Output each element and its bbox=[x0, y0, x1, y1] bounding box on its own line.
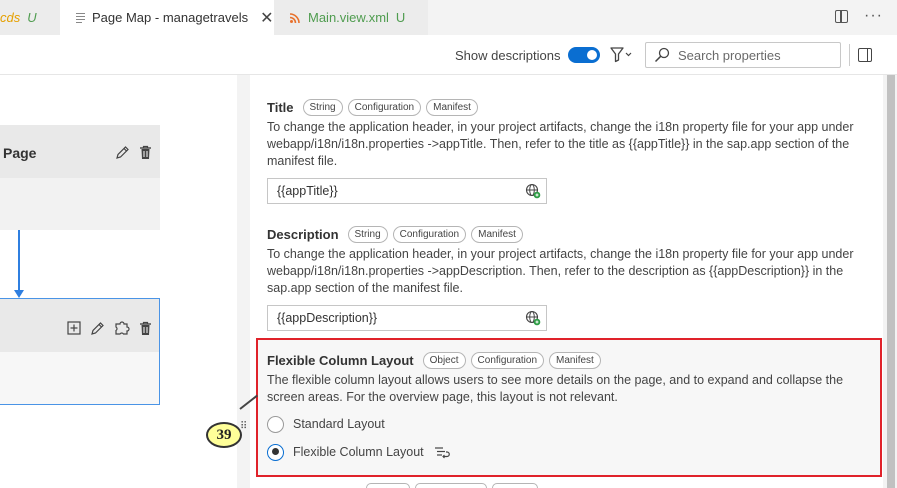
title-input[interactable]: {{appTitle}} bbox=[267, 178, 547, 204]
manifest-chip: Manifest bbox=[426, 99, 478, 116]
property-title: Title String Configuration Manifest To c… bbox=[267, 99, 867, 204]
tab-main-view-xml[interactable]: Main.view.xml U bbox=[274, 0, 428, 35]
page-node-header: Page bbox=[0, 125, 160, 178]
modified-indicator: U bbox=[27, 10, 37, 25]
delete-icon[interactable] bbox=[139, 321, 152, 339]
tab-cds[interactable]: cds U bbox=[0, 0, 60, 35]
flexible-column-layout-option[interactable]: Flexible Column Layout bbox=[267, 442, 872, 462]
xml-file-icon bbox=[289, 12, 300, 23]
next-property-chips bbox=[366, 483, 538, 488]
property-name: Flexible Column Layout bbox=[267, 353, 414, 368]
chip bbox=[415, 483, 487, 488]
tab-label: Page Map - managetravels bbox=[92, 10, 249, 25]
radio-label: Standard Layout bbox=[293, 417, 385, 431]
panel-scrollbar[interactable] bbox=[885, 75, 897, 488]
property-panel: Title String Configuration Manifest To c… bbox=[237, 75, 897, 488]
object-page-node[interactable] bbox=[0, 298, 160, 405]
flexible-column-layout-radio[interactable] bbox=[267, 443, 284, 461]
property-description: To change the application header, in you… bbox=[267, 247, 854, 295]
property-header: Title String Configuration Manifest bbox=[267, 99, 867, 116]
toggle-panel-icon[interactable] bbox=[858, 48, 872, 62]
manifest-chip: Manifest bbox=[471, 226, 523, 243]
type-chip: String bbox=[302, 99, 343, 116]
split-editor-icon[interactable] bbox=[835, 9, 849, 23]
drag-handle-icon: ⠿ bbox=[240, 421, 248, 432]
modified-indicator: U bbox=[395, 10, 406, 25]
search-properties-field[interactable] bbox=[645, 42, 841, 68]
editor-actions: ··· bbox=[835, 8, 883, 24]
property-name: Title bbox=[267, 100, 294, 115]
tab-page-map[interactable]: Page Map - managetravels ✕ bbox=[60, 0, 274, 35]
standard-layout-option[interactable]: Standard Layout bbox=[267, 414, 872, 434]
settings-list-icon[interactable] bbox=[434, 445, 450, 459]
configuration-chip: Configuration bbox=[392, 226, 467, 243]
puzzle-extension-icon[interactable] bbox=[114, 320, 130, 339]
search-icon bbox=[654, 47, 670, 63]
property-toolbar: Show descriptions bbox=[0, 35, 897, 75]
toolbar-divider bbox=[849, 44, 850, 66]
property-description: The flexible column layout allows users … bbox=[267, 373, 844, 404]
description-input[interactable]: {{appDescription}} bbox=[267, 305, 547, 331]
flexible-column-layout-section: Flexible Column Layout Object Configurat… bbox=[256, 338, 882, 477]
scrollbar-thumb[interactable] bbox=[887, 75, 895, 488]
filter-icon[interactable] bbox=[610, 47, 634, 63]
property-description: To change the application header, in you… bbox=[267, 120, 854, 168]
configuration-chip: Configuration bbox=[347, 99, 422, 116]
chip bbox=[492, 483, 538, 488]
close-icon[interactable]: ✕ bbox=[260, 8, 273, 28]
document-icon bbox=[76, 12, 86, 24]
navigation-connector bbox=[18, 230, 20, 295]
chip bbox=[366, 483, 410, 488]
show-descriptions-label: Show descriptions bbox=[455, 48, 561, 63]
annotation-badge: 39 bbox=[206, 422, 242, 448]
page-node-actions bbox=[115, 145, 152, 163]
tab-label: cds bbox=[0, 10, 21, 25]
property-name: Description bbox=[267, 227, 339, 242]
tab-label: Main.view.xml bbox=[308, 10, 389, 25]
search-input[interactable] bbox=[678, 47, 828, 63]
page-map-canvas: Page bbox=[0, 75, 237, 488]
more-actions-icon[interactable]: ··· bbox=[864, 8, 883, 24]
page-node-title: Page bbox=[3, 145, 37, 161]
connector-arrow-icon bbox=[14, 290, 24, 298]
object-page-node-actions bbox=[67, 320, 152, 339]
property-header: Description String Configuration Manifes… bbox=[267, 226, 867, 243]
manifest-chip: Manifest bbox=[549, 352, 601, 369]
edit-icon[interactable] bbox=[90, 321, 105, 339]
edit-icon[interactable] bbox=[115, 145, 130, 163]
object-page-node-header bbox=[0, 299, 159, 352]
radio-label: Flexible Column Layout bbox=[293, 445, 424, 459]
type-chip: String bbox=[347, 226, 388, 243]
description-value: {{appDescription}} bbox=[277, 311, 378, 325]
i18n-globe-icon[interactable] bbox=[525, 183, 541, 199]
show-descriptions-toggle[interactable] bbox=[568, 47, 600, 63]
property-description-field: Description String Configuration Manifes… bbox=[267, 226, 867, 331]
add-navigation-icon[interactable] bbox=[67, 321, 81, 338]
standard-layout-radio[interactable] bbox=[267, 415, 284, 433]
property-fcl: Flexible Column Layout Object Configurat… bbox=[267, 352, 872, 462]
delete-icon[interactable] bbox=[139, 145, 152, 163]
configuration-chip: Configuration bbox=[470, 352, 545, 369]
page-node[interactable]: Page bbox=[0, 125, 160, 230]
property-header: Flexible Column Layout Object Configurat… bbox=[267, 352, 872, 369]
type-chip: Object bbox=[422, 352, 466, 369]
editor-tab-bar: cds U Page Map - managetravels ✕ Main.vi… bbox=[0, 0, 897, 35]
title-value: {{appTitle}} bbox=[277, 184, 338, 198]
i18n-globe-icon[interactable] bbox=[525, 310, 541, 326]
